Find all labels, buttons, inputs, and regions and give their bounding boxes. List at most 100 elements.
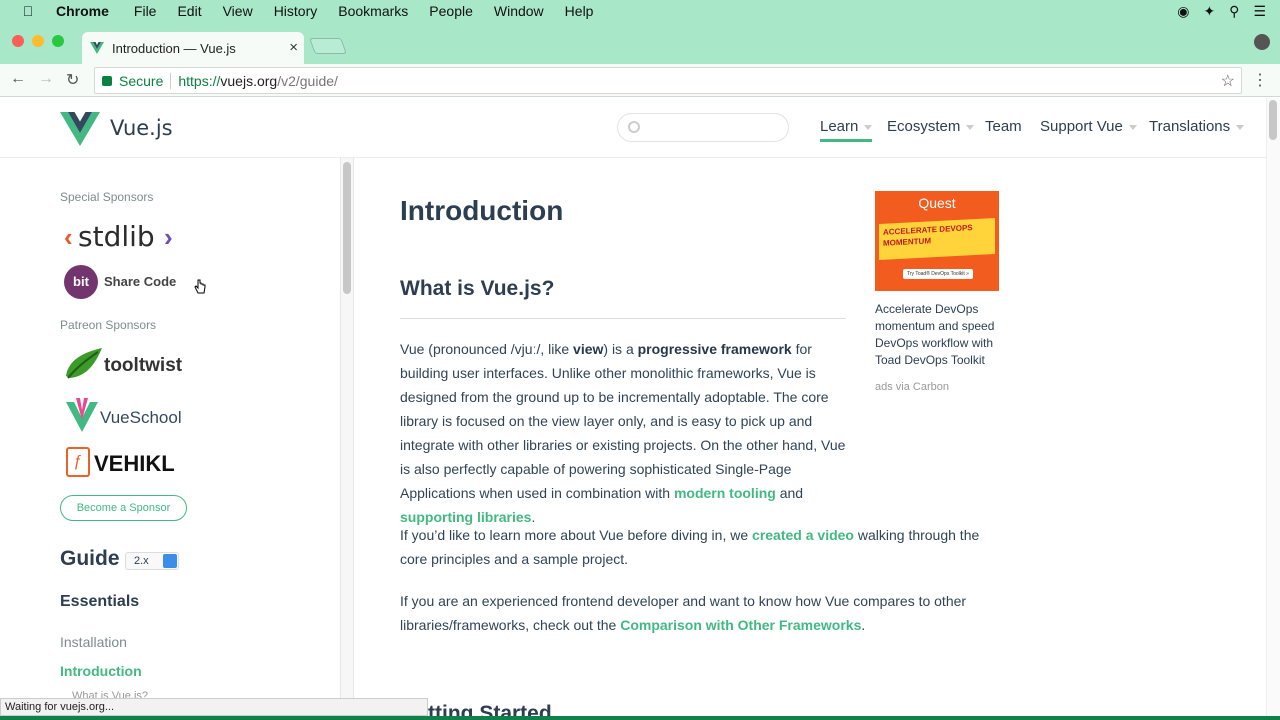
site-header: Vue.js Learn Ecosystem Team Support Vue … [0,98,1266,158]
sponsor-tooltwist[interactable]: tooltwist [62,346,187,382]
zoom-window-button[interactable] [52,35,64,47]
link-comparison[interactable]: Comparison with Other Frameworks [620,617,861,633]
link-modern-tooling[interactable]: modern tooling [674,485,776,501]
nav-support-vue[interactable]: Support Vue [1040,118,1137,135]
address-bar[interactable]: Secure https:// vuejs.org /v2/guide/ ☆ [94,67,1242,94]
menu-view[interactable]: View [223,3,253,19]
apple-icon[interactable]:  [0,3,56,19]
version-value: 2.x [134,555,149,567]
ads-via-carbon-link[interactable]: ads via Carbon [875,381,949,393]
guide-title: Guide [60,547,120,570]
chevron-down-icon [864,124,873,130]
tooltwist-wordmark: tooltwist [104,355,183,376]
url-host: vuejs.org [220,72,278,89]
sync-icon[interactable]: ◉ [1177,3,1189,20]
sidebar-scrollbar-thumb[interactable] [343,162,351,294]
sidebar-link-installation[interactable]: Installation [60,634,127,650]
ad-banner: ACCELERATE DEVOPS MOMENTUM [879,217,995,261]
browser-toolbar: ← → ↻ Secure https:// vuejs.org /v2/guid… [0,64,1280,97]
close-window-button[interactable] [12,35,24,47]
patreon-sponsors-label: Patreon Sponsors [60,318,157,332]
page-scrollbar-thumb[interactable] [1269,100,1277,140]
sidebar-link-introduction[interactable]: Introduction [60,663,142,679]
vueschool-wordmark: VueSchool [100,408,182,427]
bookmark-star-icon[interactable]: ☆ [1221,71,1235,91]
nav-learn[interactable]: Learn [820,118,873,142]
menu-edit[interactable]: Edit [177,3,201,19]
search-input[interactable] [617,113,789,142]
notification-list-icon[interactable]: ☰ [1253,3,1266,20]
reload-icon[interactable]: ↻ [66,70,79,90]
tab-vuejs[interactable]: Introduction — Vue.js × [82,32,304,64]
section-essentials: Essentials [60,593,140,610]
select-stepper-icon [163,554,177,568]
chevron-down-icon [1128,124,1137,130]
lock-icon [102,75,112,86]
ad-cta: Try Toad® DevOps Toolkit » [903,269,973,279]
intro-paragraph: Vue (pronounced /vjuː/, like view) is a … [400,341,846,525]
chevron-down-icon [1236,124,1245,130]
back-arrow-icon[interactable]: ← [10,70,26,88]
nav-team[interactable]: Team [985,118,1022,135]
hand-pointer-icon [194,279,206,294]
ad-description-link[interactable]: Accelerate DevOps momentum and speed Dev… [875,301,1005,369]
dock-edge [0,716,1280,720]
ad-brand: Quest [918,195,956,211]
menu-bookmarks[interactable]: Bookmarks [338,3,408,19]
term-progressive-framework: progressive framework [637,341,792,357]
menu-bar:  Chrome File Edit View History Bookmark… [0,0,1280,22]
link-created-a-video[interactable]: created a video [752,527,854,543]
video-paragraph: If you’d like to learn more about Vue be… [400,527,980,567]
nav-translations[interactable]: Translations [1149,118,1245,135]
network-icon[interactable]: ✦ [1203,3,1215,20]
chevron-down-icon [966,124,975,130]
page-title: Introduction [400,195,564,226]
comparison-paragraph: If you are an experienced frontend devel… [400,593,967,633]
minimize-window-button[interactable] [32,35,44,47]
sponsor-vehikl[interactable]: ƒ VEHIKL [66,447,191,479]
vue-favicon-icon [90,42,104,54]
stdlib-wordmark: stdlib [78,220,155,253]
version-select[interactable]: 2.x [125,552,179,570]
sponsor-bit[interactable]: bit Share Code [64,265,189,299]
page-scrollbar-track[interactable] [1266,98,1280,720]
section-heading: What is Vue.js? [400,277,555,300]
become-sponsor-button[interactable]: Become a Sponsor [60,495,187,521]
vehikl-badge-icon: ƒ [66,447,90,477]
tab-strip: Introduction — Vue.js × [0,22,1280,64]
forward-arrow-icon[interactable]: → [38,70,54,88]
vehikl-wordmark: VEHIKL [94,451,175,476]
heading-divider [400,318,846,319]
url-path: /v2/guide/ [277,72,338,89]
menu-window[interactable]: Window [494,3,544,19]
search-icon [628,121,640,133]
close-tab-icon[interactable]: × [289,39,298,56]
bit-share-code: Share Code [104,274,177,289]
new-tab-button[interactable] [309,38,347,54]
chevron-right-icon: › [164,222,173,252]
nav-ecosystem[interactable]: Ecosystem [887,118,975,135]
tab-title: Introduction — Vue.js [112,40,236,56]
chevron-left-icon: ‹ [64,222,73,252]
special-sponsors-label: Special Sponsors [60,190,154,204]
menu-history[interactable]: History [274,3,318,19]
chrome-menu-icon[interactable]: ⋮ [1252,70,1268,90]
vueschool-logo-icon [66,398,98,432]
status-bubble: Waiting for vuejs.org... [0,698,428,716]
carbon-ad-image[interactable]: Quest ACCELERATE DEVOPS MOMENTUM Try Toa… [875,191,999,291]
menu-file[interactable]: File [134,3,157,19]
profile-avatar-icon[interactable] [1254,34,1270,50]
url-scheme: https:// [178,72,221,89]
leaf-icon [66,348,102,379]
menu-people[interactable]: People [429,3,473,19]
address-divider [170,72,172,89]
sponsor-vueschool[interactable]: VueSchool [66,398,191,432]
vue-logo-icon[interactable] [60,112,100,146]
bit-badge: bit [64,265,98,299]
term-view: view [573,341,604,357]
brand-name[interactable]: Vue.js [110,116,173,140]
secure-label: Secure [119,72,164,89]
menu-help[interactable]: Help [565,3,594,19]
spotlight-search-icon[interactable]: ⚲ [1229,3,1239,20]
menu-app[interactable]: Chrome [56,3,109,19]
